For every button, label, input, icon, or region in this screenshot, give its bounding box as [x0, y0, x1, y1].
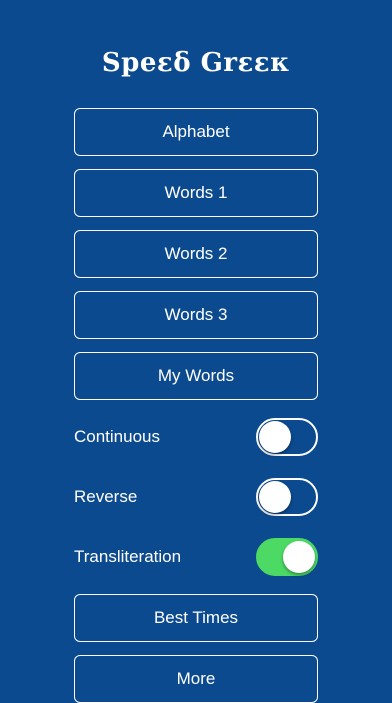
- words-2-button[interactable]: Words 2: [74, 230, 318, 278]
- main-screen: Speεδ Grεεκ Alphabet Words 1 Words 2 Wor…: [0, 0, 392, 703]
- best-times-button[interactable]: Best Times: [74, 594, 318, 642]
- words-3-button[interactable]: Words 3: [74, 291, 318, 339]
- reverse-toggle[interactable]: [256, 478, 318, 516]
- transliteration-setting: Transliteration: [74, 538, 318, 576]
- transliteration-label: Transliteration: [74, 547, 182, 566]
- continuous-setting: Continuous: [74, 418, 318, 456]
- toggle-knob: [259, 421, 291, 453]
- reverse-setting: Reverse: [74, 478, 318, 516]
- continuous-toggle[interactable]: [256, 418, 318, 456]
- toggle-knob: [259, 481, 291, 513]
- app-title: Speεδ Grεεκ: [101, 48, 291, 78]
- transliteration-toggle[interactable]: [256, 538, 318, 576]
- alphabet-button[interactable]: Alphabet: [74, 108, 318, 156]
- words-1-button[interactable]: Words 1: [74, 169, 318, 217]
- toggle-knob: [283, 541, 315, 573]
- continuous-label: Continuous: [74, 427, 161, 446]
- reverse-label: Reverse: [74, 487, 138, 506]
- my-words-button[interactable]: My Words: [74, 352, 318, 400]
